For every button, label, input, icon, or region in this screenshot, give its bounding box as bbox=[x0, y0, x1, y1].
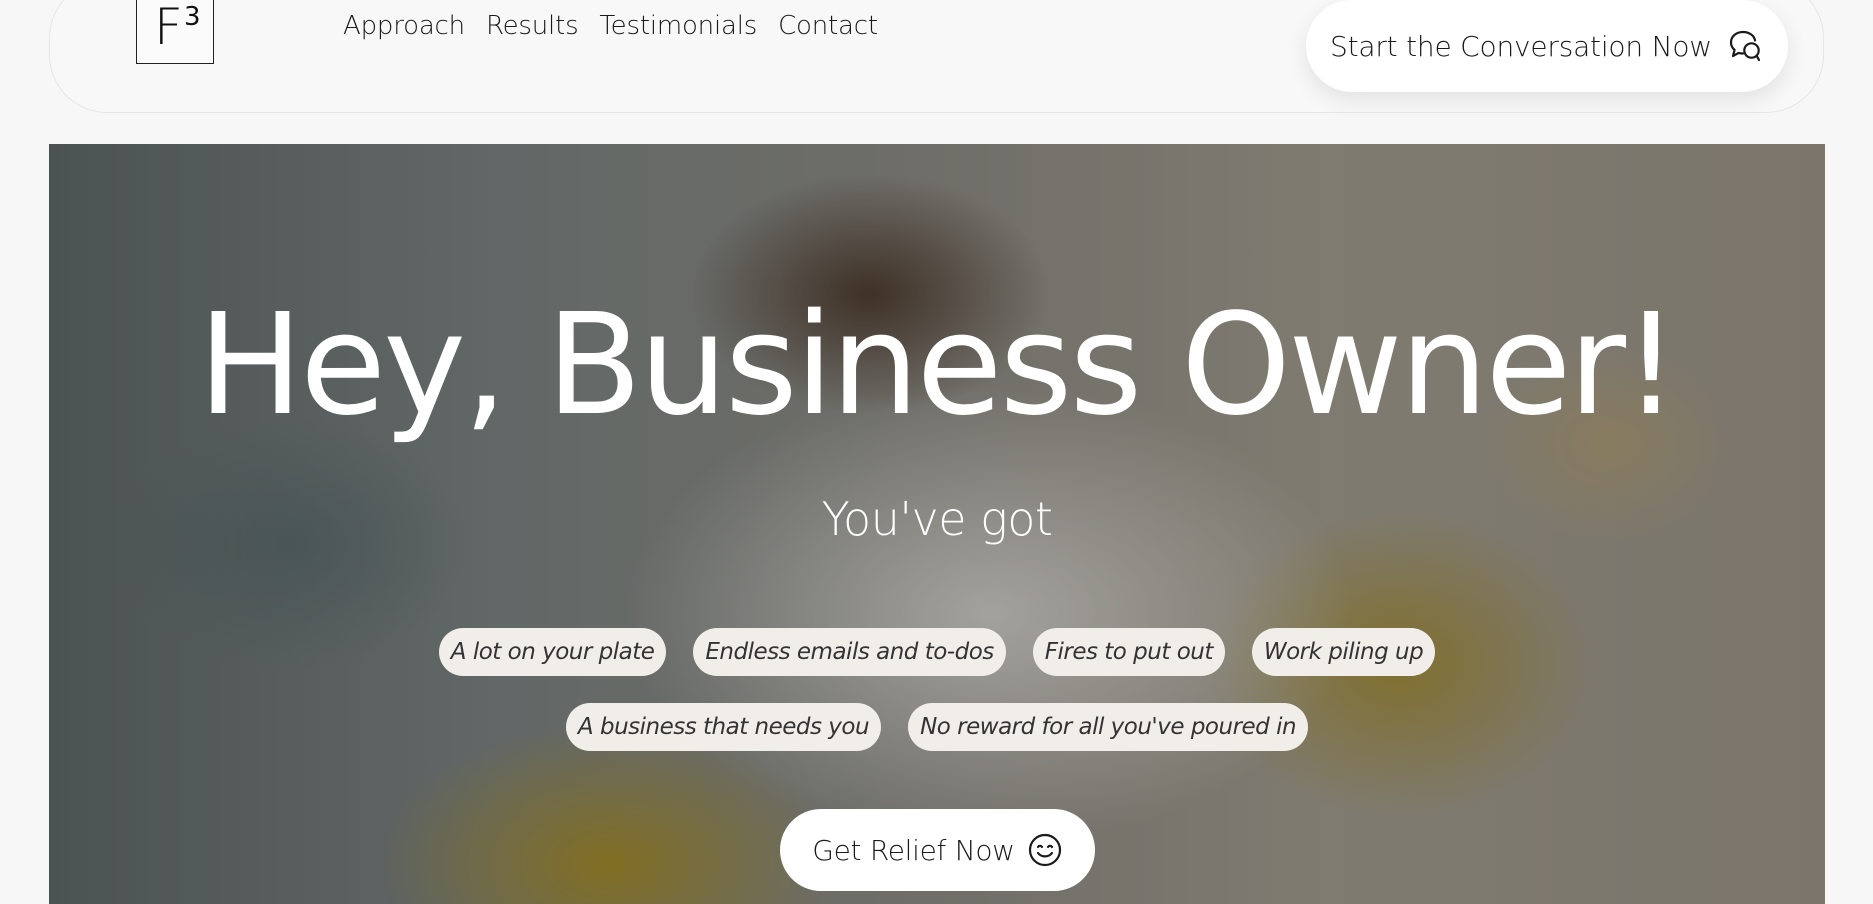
tag-row-2: A business that needs you No reward for … bbox=[565, 703, 1309, 751]
logo[interactable]: F 3 bbox=[136, 0, 214, 64]
logo-letter: F bbox=[154, 0, 183, 56]
tag-lot-on-plate: A lot on your plate bbox=[438, 628, 667, 676]
start-conversation-label: Start the Conversation Now bbox=[1330, 29, 1712, 63]
tag-business-needs-you: A business that needs you bbox=[565, 703, 882, 751]
tag-emails-todos: Endless emails and to-dos bbox=[693, 628, 1006, 676]
nav-results[interactable]: Results bbox=[486, 7, 579, 45]
nav-approach[interactable]: Approach bbox=[343, 7, 465, 45]
main-nav: Approach Results Testimonials Contact bbox=[343, 7, 878, 45]
tag-fires: Fires to put out bbox=[1032, 628, 1225, 676]
tag-row-1: A lot on your plate Endless emails and t… bbox=[438, 628, 1436, 676]
hero-subheadline: You've got bbox=[821, 492, 1053, 546]
nav-contact[interactable]: Contact bbox=[778, 7, 878, 45]
nav-testimonials[interactable]: Testimonials bbox=[599, 7, 757, 45]
get-relief-button[interactable]: Get Relief Now bbox=[780, 809, 1095, 891]
get-relief-label: Get Relief Now bbox=[812, 833, 1015, 867]
tag-work-piling: Work piling up bbox=[1251, 628, 1436, 676]
start-conversation-button[interactable]: Start the Conversation Now bbox=[1306, 0, 1788, 92]
tag-no-reward: No reward for all you've poured in bbox=[908, 703, 1309, 751]
hero-section: Hey, Business Owner! You've got A lot on… bbox=[49, 144, 1825, 904]
pain-point-tags: A lot on your plate Endless emails and t… bbox=[49, 628, 1825, 751]
chat-bubbles-icon bbox=[1726, 27, 1764, 65]
logo-superscript: 3 bbox=[184, 2, 201, 32]
smiley-icon bbox=[1027, 832, 1063, 868]
hero-headline: Hey, Business Owner! bbox=[197, 284, 1679, 447]
